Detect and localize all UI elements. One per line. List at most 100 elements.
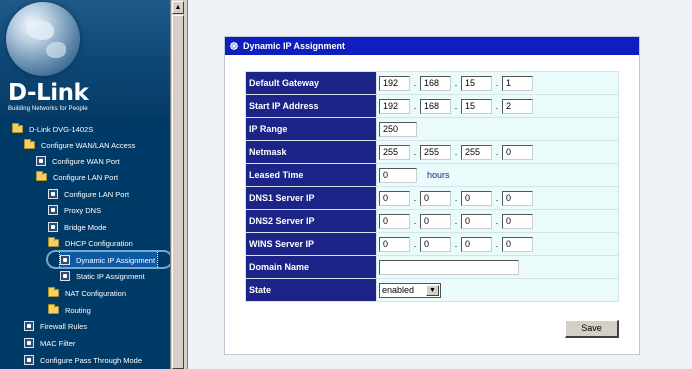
dns2-octet-4[interactable]: 0 [502, 213, 533, 229]
chevron-down-icon[interactable]: ▼ [426, 284, 439, 296]
dns1-octet-3[interactable]: 0 [461, 190, 492, 206]
tree-item-configure-wan-port[interactable]: Configure WAN Port [36, 153, 120, 169]
scroll-thumb[interactable] [172, 15, 184, 369]
tree-item-label: Proxy DNS [64, 205, 102, 215]
tree-item-label: MAC Filter [40, 338, 76, 348]
row-netmask: Netmask 255. 255. 255. 0 [245, 140, 619, 164]
folder-open-icon [48, 237, 59, 247]
page-icon [48, 189, 58, 199]
tree-item-nat-configuration[interactable]: NAT Configuration [48, 285, 126, 301]
dns1-octet-1[interactable]: 0 [379, 190, 410, 206]
tree-item-dhcp-configuration[interactable]: DHCP Configuration [48, 235, 133, 251]
tree-item-label: Bridge Mode [64, 222, 107, 232]
default-gateway-octet-1[interactable]: 192 [379, 75, 410, 91]
ip-range-label: IP Range [245, 117, 377, 141]
dns2-octet-1[interactable]: 0 [379, 213, 410, 229]
tree-item-label: NAT Configuration [65, 288, 127, 298]
save-button[interactable]: Save [565, 320, 619, 338]
start-ip-label: Start IP Address [245, 94, 377, 118]
state-select[interactable]: enabled ▼ [379, 282, 441, 298]
panel-title: Dynamic IP Assignment [243, 41, 346, 51]
tree-item-label: Configure WAN/LAN Access [41, 140, 136, 150]
netmask-label: Netmask [245, 140, 377, 164]
tree-item-bridge-mode[interactable]: Bridge Mode [48, 219, 107, 235]
content-frame: Dynamic IP Assignment Default Gateway 19… [188, 0, 692, 369]
tree-item-proxy-dns[interactable]: Proxy DNS [48, 202, 101, 218]
tree-item-device-root[interactable]: D-Link DVG-1402S [12, 121, 93, 137]
domain-name-input[interactable] [379, 259, 519, 275]
leased-time-field: 0 hours [376, 163, 619, 187]
dns1-octet-4[interactable]: 0 [502, 190, 533, 206]
wins-octet-1[interactable]: 0 [379, 236, 410, 252]
folder-icon [48, 287, 59, 297]
start-ip-octet-3[interactable]: 15 [461, 98, 492, 114]
folder-open-icon [12, 123, 23, 133]
panel-header: Dynamic IP Assignment [225, 37, 639, 55]
tree-item-configure-pass-through-mode[interactable]: Configure Pass Through Mode [24, 352, 142, 368]
tree-item-label: Configure LAN Port [53, 172, 119, 182]
dns2-octet-3[interactable]: 0 [461, 213, 492, 229]
dns2-octet-2[interactable]: 0 [420, 213, 451, 229]
netmask-octet-4[interactable]: 0 [502, 144, 533, 160]
globe-continent [26, 20, 54, 40]
selection-highlight-ring [46, 250, 170, 269]
page-icon [24, 338, 34, 348]
leased-time-label: Leased Time [245, 163, 377, 187]
start-ip-octet-2[interactable]: 168 [420, 98, 451, 114]
default-gateway-field: 192. 168. 15. 1 [376, 71, 619, 95]
dns1-octet-2[interactable]: 0 [420, 190, 451, 206]
tree-item-configure-wan-lan-access[interactable]: Configure WAN/LAN Access [24, 137, 135, 153]
netmask-octet-1[interactable]: 255 [379, 144, 410, 160]
globe-logo [6, 2, 80, 76]
start-ip-field: 192. 168. 15. 2 [376, 94, 619, 118]
tree-item-configure-lan-port[interactable]: Configure LAN Port [48, 186, 129, 202]
dns2-field: 0.0.0.0 [376, 209, 619, 233]
state-label: State [245, 278, 377, 302]
scroll-up-arrow-icon[interactable]: ▲ [172, 1, 184, 14]
default-gateway-octet-2[interactable]: 168 [420, 75, 451, 91]
tree-item-label: Routing [65, 305, 91, 315]
netmask-octet-3[interactable]: 255 [461, 144, 492, 160]
tree-item-label: Configure Pass Through Mode [40, 355, 143, 365]
wins-octet-4[interactable]: 0 [502, 236, 533, 252]
tree-item-label: Static IP Assignment [76, 271, 145, 281]
leased-time-input[interactable]: 0 [379, 167, 417, 183]
tree-item-mac-filter[interactable]: MAC Filter [24, 335, 75, 351]
row-domain-name: Domain Name [245, 255, 619, 279]
domain-name-label: Domain Name [245, 255, 377, 279]
state-select-value: enabled [382, 284, 415, 295]
ip-range-field: 250 [376, 117, 619, 141]
folder-icon [48, 304, 59, 314]
tree-item-label: Configure WAN Port [52, 156, 120, 166]
dhcp-settings-table: Default Gateway 192. 168. 15. 1 Start IP Ad… [245, 71, 619, 302]
row-state: State enabled ▼ [245, 278, 619, 302]
page-icon [36, 156, 46, 166]
brand-logo-text: D-Link [8, 80, 89, 106]
default-gateway-octet-3[interactable]: 15 [461, 75, 492, 91]
logo-area: D-Link Building Networks for People [0, 0, 170, 118]
dns2-label: DNS2 Server IP [245, 209, 377, 233]
tree-item-label: DHCP Configuration [65, 238, 133, 248]
netmask-octet-2[interactable]: 255 [420, 144, 451, 160]
wins-octet-3[interactable]: 0 [461, 236, 492, 252]
wins-octet-2[interactable]: 0 [420, 236, 451, 252]
start-ip-octet-4[interactable]: 2 [502, 98, 533, 114]
page-icon [60, 271, 70, 281]
tree-item-configure-lan-port-folder[interactable]: Configure LAN Port [36, 169, 118, 185]
netmask-field: 255. 255. 255. 0 [376, 140, 619, 164]
ip-range-input[interactable]: 250 [379, 121, 417, 137]
start-ip-octet-1[interactable]: 192 [379, 98, 410, 114]
folder-open-icon [24, 139, 35, 149]
row-dns2: DNS2 Server IP 0.0.0.0 [245, 209, 619, 233]
tree-item-static-ip-assignment[interactable]: Static IP Assignment [60, 268, 145, 284]
tree-item-routing[interactable]: Routing [48, 302, 91, 318]
wins-field: 0.0.0.0 [376, 232, 619, 256]
default-gateway-octet-4[interactable]: 1 [502, 75, 533, 91]
page-icon [24, 321, 34, 331]
brand-tagline: Building Networks for People [8, 106, 88, 112]
state-field: enabled ▼ [376, 278, 619, 302]
nav-scrollbar[interactable]: ▲ [170, 0, 184, 369]
row-dns1: DNS1 Server IP 0.0.0.0 [245, 186, 619, 210]
tree-item-firewall-rules[interactable]: Firewall Rules [24, 318, 87, 334]
page-icon [48, 205, 58, 215]
